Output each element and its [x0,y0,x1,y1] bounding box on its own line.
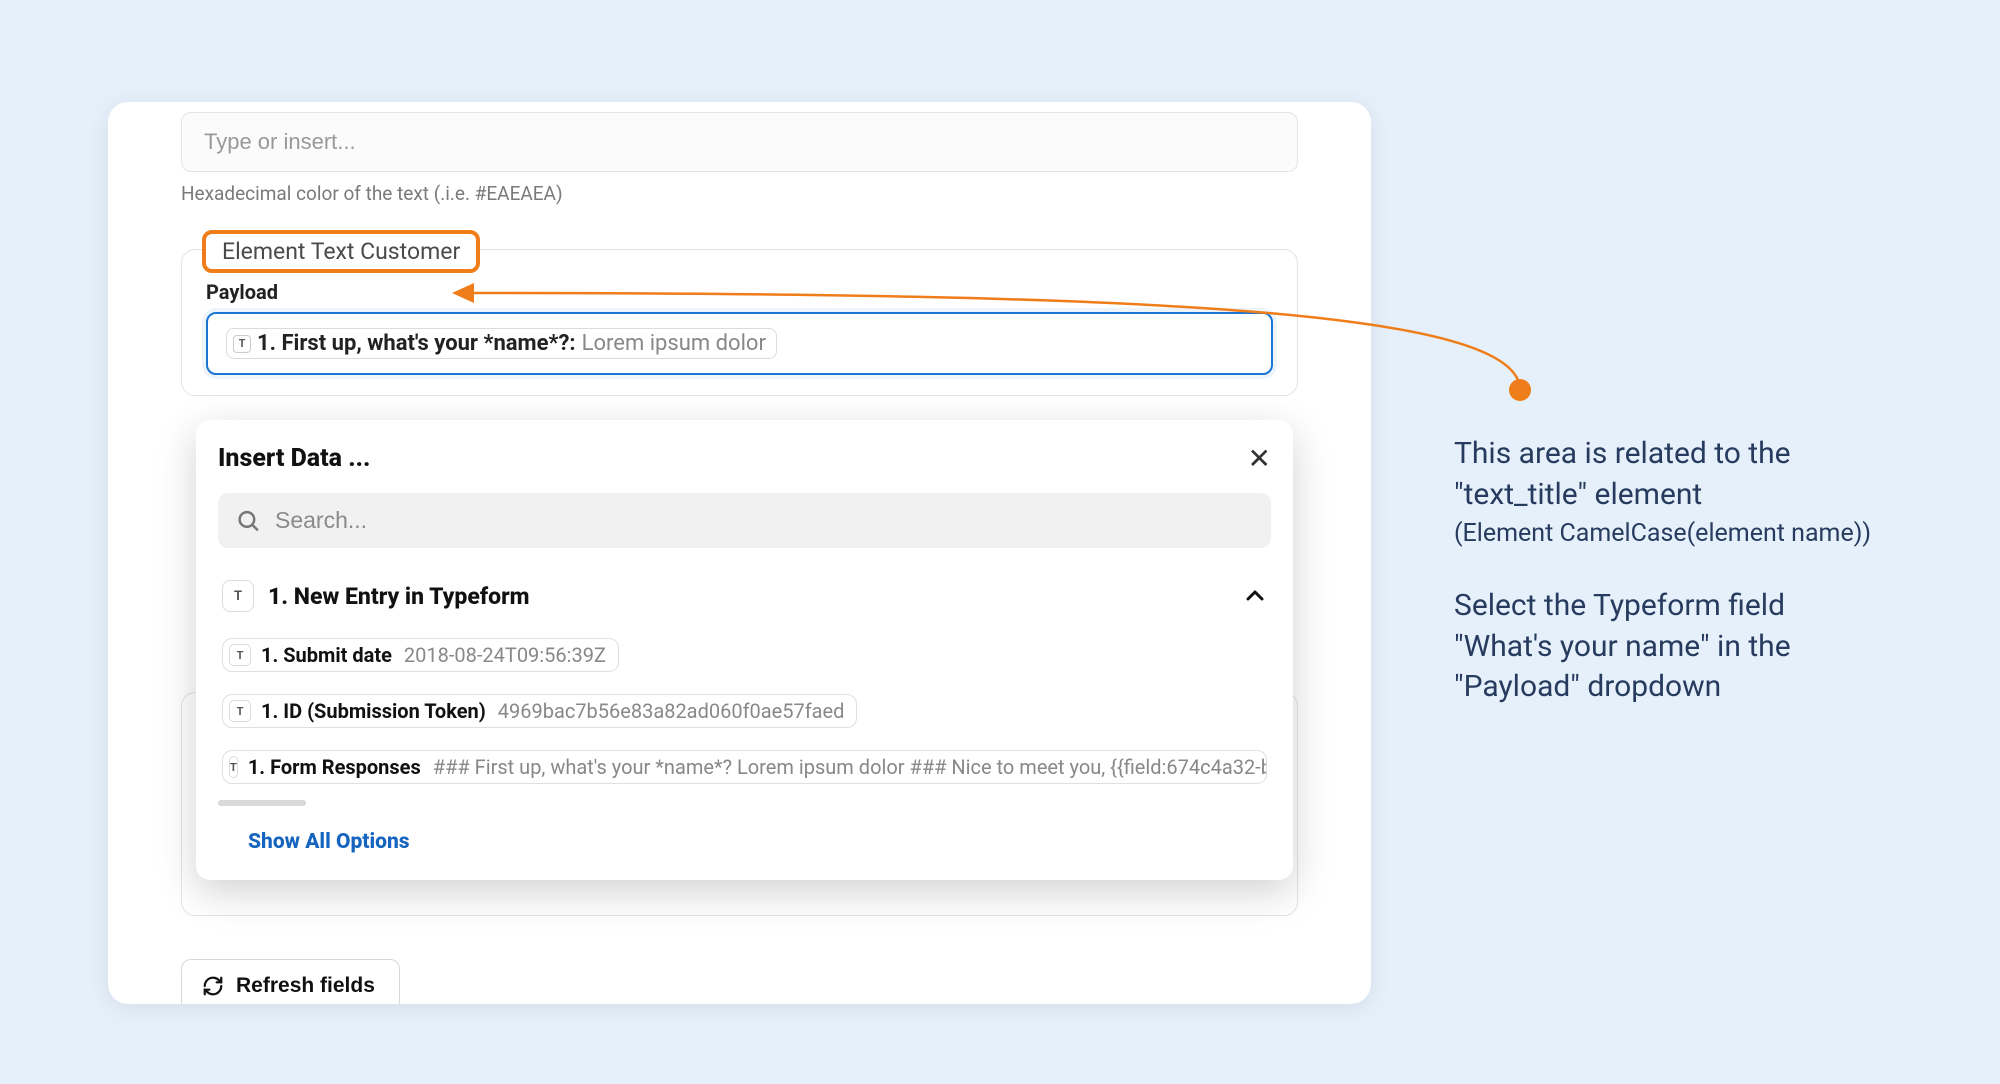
insert-data-dropdown: Insert Data ... ✕ T 1. New Entry in Type… [196,420,1293,880]
item-label: 1. ID (Submission Token) [261,699,486,723]
annotation-text: This area is related to the "text_title"… [1454,434,1938,708]
group-type-icon: T [222,580,254,612]
close-button[interactable]: ✕ [1248,442,1271,475]
annotation-line2b: "What's your name" in the [1454,627,1938,668]
refresh-fields-label: Refresh fields [236,974,375,998]
dropdown-header: Insert Data ... ✕ [218,442,1271,475]
annotation-sub: (Element CamelCase(element name)) [1454,519,1938,548]
dropdown-title: Insert Data ... [218,444,370,473]
horizontal-scrollbar[interactable] [218,800,306,806]
dropdown-item[interactable]: T 1. Form Responses ### First up, what's… [218,744,1271,790]
chevron-up-icon [1243,584,1267,608]
item-type-icon: T [229,700,251,722]
dropdown-item[interactable]: T 1. ID (Submission Token) 4969bac7b56e8… [218,688,1271,734]
item-value: ### First up, what's your *name*? Lorem … [433,755,1267,779]
pill-type-icon: T [233,335,251,353]
hex-color-helper: Hexadecimal color of the text (.i.e. #EA… [181,182,1298,205]
hex-color-input[interactable] [181,112,1298,172]
payload-selected-pill[interactable]: T 1. First up, what's your *name*?: Lore… [226,328,777,359]
annotation-line2c: "Payload" dropdown [1454,667,1938,708]
group-title: 1. New Entry in Typeform [268,583,530,610]
pill-value: Lorem ipsum dolor [582,331,766,356]
payload-input[interactable]: T 1. First up, what's your *name*?: Lore… [206,312,1273,375]
show-all-options-link[interactable]: Show All Options [218,830,1271,854]
item-type-icon: T [229,756,238,778]
annotation-line2a: Select the Typeform field [1454,586,1938,627]
refresh-icon [202,975,224,997]
section-title-highlight: Element Text Customer [202,230,480,273]
payload-label: Payload [206,280,1273,304]
item-value: 2018-08-24T09:56:39Z [404,643,606,667]
pill-label: 1. First up, what's your *name*?: [257,331,576,356]
card-inner: Hexadecimal color of the text (.i.e. #EA… [108,102,1371,396]
item-value: 4969bac7b56e83a82ad060f0ae57faed [498,699,845,723]
search-input[interactable] [275,507,1253,534]
close-icon: ✕ [1248,443,1271,474]
refresh-fields-button[interactable]: Refresh fields [181,959,400,1004]
annotation-line1b: "text_title" element [1454,475,1938,516]
annotation-line1a: This area is related to the [1454,434,1938,475]
dropdown-item[interactable]: T 1. Submit date 2018-08-24T09:56:39Z [218,632,1271,678]
element-text-customer-section: Element Text Customer Payload T 1. First… [181,249,1298,396]
item-label: 1. Form Responses [248,755,421,779]
item-type-icon: T [229,644,251,666]
search-icon [236,508,261,534]
group-typeform[interactable]: T 1. New Entry in Typeform [218,570,1271,622]
dropdown-search[interactable] [218,493,1271,548]
item-label: 1. Submit date [261,643,392,667]
section-title: Element Text Customer [222,238,460,265]
